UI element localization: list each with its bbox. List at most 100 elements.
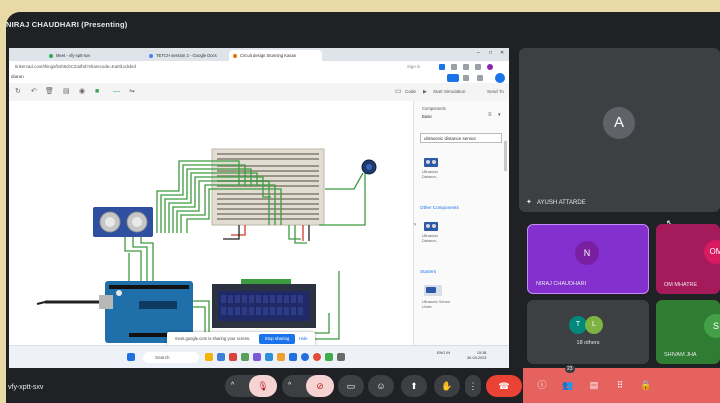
expand-panel-icon[interactable]: › <box>414 222 416 228</box>
url-field[interactable]: tinkercad.com/things/bxh6cbCZ4dhd?sharec… <box>15 63 136 71</box>
mic-off-icon[interactable]: 🎙 <box>249 375 277 397</box>
avatar: A <box>603 107 635 139</box>
activities-icon[interactable]: ⠿ <box>613 378 627 392</box>
wire-color-icon[interactable]: ■ <box>95 88 99 96</box>
mic-options-icon[interactable]: ^ <box>231 375 234 397</box>
share-icon[interactable] <box>477 75 483 81</box>
raise-hand-button[interactable]: ✋ <box>434 375 460 397</box>
basic-dropdown[interactable]: Basic <box>422 114 432 119</box>
info-icon[interactable]: ⓘ <box>535 378 549 392</box>
chevron-down-icon[interactable]: ▾ <box>498 112 501 118</box>
host-controls-icon[interactable]: 🔒 <box>639 378 653 392</box>
avatar: S <box>704 314 720 338</box>
component-list-icon[interactable] <box>463 75 469 81</box>
participant-tile-main[interactable]: A ✦ AYUSH ATTARDE <box>519 48 720 212</box>
chat-icon[interactable]: ▤ <box>587 378 601 392</box>
taskbar-app-icon[interactable] <box>337 353 345 361</box>
taskbar-app-icon[interactable] <box>217 353 225 361</box>
user-avatar[interactable] <box>495 73 505 83</box>
extension-icon[interactable] <box>451 64 457 70</box>
delete-icon[interactable]: 🗑 <box>45 88 54 96</box>
participant-tile-shivam[interactable]: S SHIVAM JHA <box>656 300 720 364</box>
taskbar-app-icon[interactable] <box>265 353 273 361</box>
schematic-view-button[interactable] <box>447 74 459 82</box>
starters-label: Starters <box>420 269 437 274</box>
circuit-canvas[interactable] <box>9 101 413 345</box>
participant-name: SHIVAM JHA <box>664 352 697 358</box>
captions-button[interactable]: ▭ <box>338 375 364 397</box>
mirror-icon[interactable]: ⇋ <box>129 88 135 96</box>
emoji-icon: ☺ <box>376 381 386 391</box>
taskbar-clock[interactable]: 15:38 30-09-2023 <box>467 351 486 361</box>
share-message: meet.google.com is sharing your screen. <box>175 336 251 341</box>
extension-icon[interactable] <box>475 64 481 70</box>
start-simulation-button[interactable]: Start Simulation <box>433 89 465 94</box>
extension-icon[interactable] <box>439 64 445 70</box>
start-icon[interactable] <box>127 353 135 361</box>
ultrasonic-sensor-thumbnail[interactable] <box>424 158 438 167</box>
taskbar-app-icon[interactable] <box>289 353 297 361</box>
clock-date: 30-09-2023 <box>467 356 487 360</box>
meet-tab-icon <box>49 53 53 58</box>
wire-type-icon[interactable]: — <box>113 88 120 96</box>
camera-off-icon[interactable]: ⊘ <box>306 375 334 397</box>
taskbar-app-icon[interactable] <box>325 353 333 361</box>
presenter-title: NIRAJ CHAUDHARI (Presenting) <box>6 20 128 29</box>
list-view-icon[interactable]: ≡ <box>488 112 492 118</box>
ultrasonic-sensor-thumbnail[interactable] <box>424 222 438 231</box>
browser-tab-docs[interactable]: TETCH session 2 - Google Docs <box>145 50 238 61</box>
language-indicator[interactable]: ENG IN <box>437 351 450 356</box>
play-icon[interactable]: ▶ <box>423 88 427 96</box>
profile-icon[interactable] <box>487 64 493 70</box>
meeting-code: vfy-xptt-sxv <box>8 384 44 391</box>
note-icon[interactable]: ▤ <box>63 88 70 96</box>
end-call-button[interactable]: ☎ <box>486 375 522 397</box>
emoji-button[interactable]: ☺ <box>368 375 394 397</box>
signin-text[interactable]: Sign in <box>407 63 420 71</box>
shared-screen: Meet - vfy-xptt-sxv TETCH session 2 - Go… <box>9 48 509 368</box>
edge-icon[interactable] <box>301 353 309 361</box>
send-to-button[interactable]: Send To <box>487 89 504 94</box>
maximize-icon[interactable]: □ <box>489 50 492 56</box>
present-button[interactable]: ⬆ <box>401 375 427 397</box>
component-search-input[interactable]: ultrasonic distance sensor <box>420 133 502 143</box>
docs-tab-icon <box>149 53 153 58</box>
participant-name: OM MHATRE <box>664 282 698 288</box>
taskbar-app-icon[interactable] <box>229 353 237 361</box>
more-options-button[interactable]: ⋮ <box>465 375 481 397</box>
panel-scrollbar[interactable] <box>504 141 507 171</box>
close-icon[interactable]: ✕ <box>500 50 504 56</box>
code-button[interactable]: Code <box>405 89 416 94</box>
people-icon[interactable]: 👥 <box>561 378 575 392</box>
tinkercad-tab-icon <box>233 53 237 58</box>
browser-tab-tinkercad[interactable]: Circuit design Stunning Kasan <box>229 50 322 61</box>
taskbar-search[interactable]: Search <box>143 352 199 363</box>
rotate-icon[interactable]: ↻ <box>15 88 21 96</box>
result-caption: Ultrasonic Distance... <box>422 234 439 243</box>
avatar: L <box>585 316 603 334</box>
stop-sharing-button[interactable]: Stop sharing <box>259 334 295 344</box>
browser-tab-meet[interactable]: Meet - vfy-xptt-sxv <box>45 50 134 61</box>
participant-count-badge: 23 <box>565 365 575 373</box>
camera-options-icon[interactable]: ^ <box>288 375 291 397</box>
starter-thumbnail[interactable] <box>424 285 442 296</box>
widgets-icon[interactable] <box>205 353 213 361</box>
extension-icon[interactable] <box>463 64 469 70</box>
taskbar-app-icon[interactable] <box>277 353 285 361</box>
undo-icon[interactable]: ↶ <box>31 88 37 96</box>
participant-tile-om[interactable]: OM OM MHATRE <box>656 224 720 294</box>
raise-hand-icon: ✋ <box>441 381 453 391</box>
code-icon[interactable]: ▭ <box>395 88 402 96</box>
pin-icon[interactable]: ✦ <box>526 198 532 206</box>
components-panel: Components Basic ≡ ▾ ultrasonic distance… <box>413 101 509 345</box>
hide-button[interactable]: Hide <box>299 336 308 341</box>
participant-name: NIRAJ CHAUDHARI <box>536 281 587 287</box>
visibility-icon[interactable]: ◉ <box>79 88 85 96</box>
editor-toolbar: ↻ ↶ 🗑 ▤ ◉ ■ — ⇋ ▭ Code ▶ Start Simulatio… <box>9 83 509 102</box>
taskbar-app-icon[interactable] <box>241 353 249 361</box>
participant-tile-others[interactable]: T L 18 others <box>527 300 649 364</box>
taskbar-app-icon[interactable] <box>253 353 261 361</box>
participant-tile-niraj[interactable]: N NIRAJ CHAUDHARI <box>527 224 649 294</box>
chrome-icon[interactable] <box>313 353 321 361</box>
minimize-icon[interactable]: – <box>477 50 480 56</box>
